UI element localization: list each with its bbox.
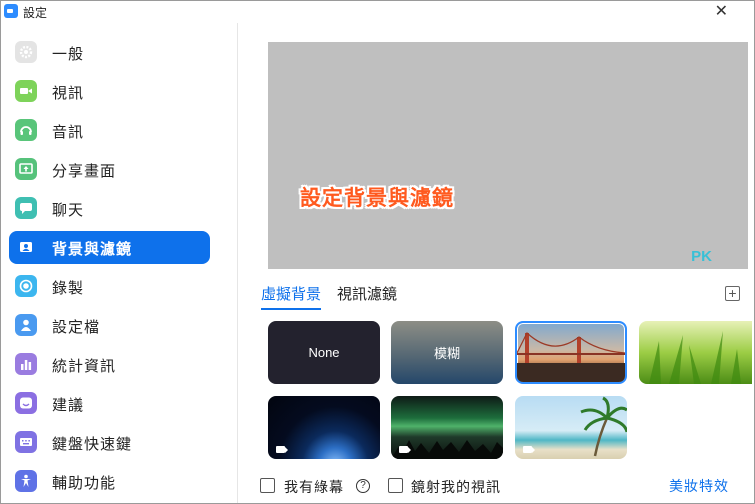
video-camera-icon [15, 80, 37, 102]
video-background-icon [399, 446, 411, 453]
sidebar-item-share-screen[interactable]: 分享畫面 [9, 153, 210, 186]
sidebar-item-label: 鍵盤快速鍵 [52, 436, 133, 453]
green-screen-label: 我有綠幕 [284, 479, 344, 495]
sidebar-item-label: 視訊 [52, 85, 85, 102]
help-icon[interactable]: ? [356, 479, 370, 493]
video-background-icon [523, 446, 535, 453]
background-options-row: 我有綠幕 ? 鏡射我的視訊 [260, 476, 660, 496]
sidebar-item-keyboard-shortcuts[interactable]: 鍵盤快速鍵 [9, 426, 210, 459]
background-earth-from-space[interactable] [268, 396, 380, 459]
zoom-app-icon [4, 4, 18, 18]
headphones-icon [15, 119, 37, 141]
sidebar-item-accessibility[interactable]: 輔助功能 [9, 465, 210, 498]
background-blur-label: 模糊 [433, 346, 460, 361]
sidebar-item-label: 音訊 [52, 124, 85, 141]
gear-icon [15, 41, 37, 63]
record-icon [15, 275, 37, 297]
sidebar-item-label: 建議 [52, 397, 85, 414]
share-screen-icon [15, 158, 37, 180]
profile-icon [15, 314, 37, 336]
video-background-icon [276, 446, 288, 453]
sidebar-item-label: 統計資訊 [52, 358, 117, 375]
accessibility-icon [15, 470, 37, 492]
beauty-effects-link[interactable]: 美妝特效 [669, 476, 729, 496]
sidebar-item-label: 輔助功能 [52, 475, 117, 492]
bridge-illustration [517, 332, 625, 382]
window-title: 設定 [23, 6, 48, 20]
sidebar-item-recording[interactable]: 錄製 [9, 270, 210, 303]
sidebar-item-label: 分享畫面 [52, 163, 117, 180]
sidebar-item-statistics[interactable]: 統計資訊 [9, 348, 210, 381]
title-bar: 設定 ✕ [1, 1, 754, 23]
sidebar-item-video[interactable]: 視訊 [9, 75, 210, 108]
add-background-button[interactable]: + [725, 286, 740, 301]
tab-video-filters[interactable]: 視訊濾鏡 [337, 283, 397, 304]
sidebar-item-label: 設定檔 [52, 319, 101, 336]
background-aurora[interactable] [391, 396, 503, 459]
watermark-logo: PK [691, 248, 712, 265]
statistics-icon [15, 353, 37, 375]
sidebar-item-chat[interactable]: 聊天 [9, 192, 210, 225]
sidebar-item-general[interactable]: 一般 [9, 36, 210, 69]
settings-window: 設定 ✕ 一般 視訊 音訊 分享畫面 聊天 背景與濾鏡 錄製 設定檔 統計資訊 … [0, 0, 755, 504]
sidebar-item-label: 錄製 [52, 280, 85, 297]
background-portrait-icon [15, 236, 37, 258]
sidebar-item-label: 一般 [52, 46, 85, 63]
green-screen-checkbox[interactable] [260, 478, 275, 493]
feedback-smile-icon [15, 392, 37, 414]
preview-overlay-text: 設定背景與濾鏡 [300, 187, 454, 210]
mirror-video-label: 鏡射我的視訊 [411, 479, 501, 495]
mirror-video-checkbox[interactable] [388, 478, 403, 493]
background-golden-gate-bridge[interactable] [515, 321, 627, 384]
sidebar-item-feedback[interactable]: 建議 [9, 387, 210, 420]
video-preview: 設定背景與濾鏡 PK [268, 42, 748, 269]
sidebar-item-audio[interactable]: 音訊 [9, 114, 210, 147]
keyboard-icon [15, 431, 37, 453]
chat-bubble-icon [15, 197, 37, 219]
background-beach-palm[interactable] [515, 396, 627, 459]
sidebar-item-label: 聊天 [52, 202, 85, 219]
background-none[interactable]: None [268, 321, 380, 384]
grass-illustration [649, 331, 741, 384]
sidebar-item-profile[interactable]: 設定檔 [9, 309, 210, 342]
background-green-grass[interactable] [639, 321, 752, 384]
close-button[interactable]: ✕ [715, 4, 728, 20]
settings-sidebar: 一般 視訊 音訊 分享畫面 聊天 背景與濾鏡 錄製 設定檔 統計資訊 建議 鍵盤… [1, 23, 238, 503]
sidebar-item-label: 背景與濾鏡 [52, 241, 133, 258]
sidebar-item-background-filters[interactable]: 背景與濾鏡 [9, 231, 210, 264]
background-none-label: None [308, 345, 340, 360]
background-blur[interactable]: 模糊 [391, 321, 503, 384]
tab-virtual-background[interactable]: 虛擬背景 [261, 283, 322, 310]
background-settings-panel: 設定背景與濾鏡 PK 虛擬背景 視訊濾鏡 + None 模糊 我有綠幕 ? 鏡射… [239, 23, 754, 503]
